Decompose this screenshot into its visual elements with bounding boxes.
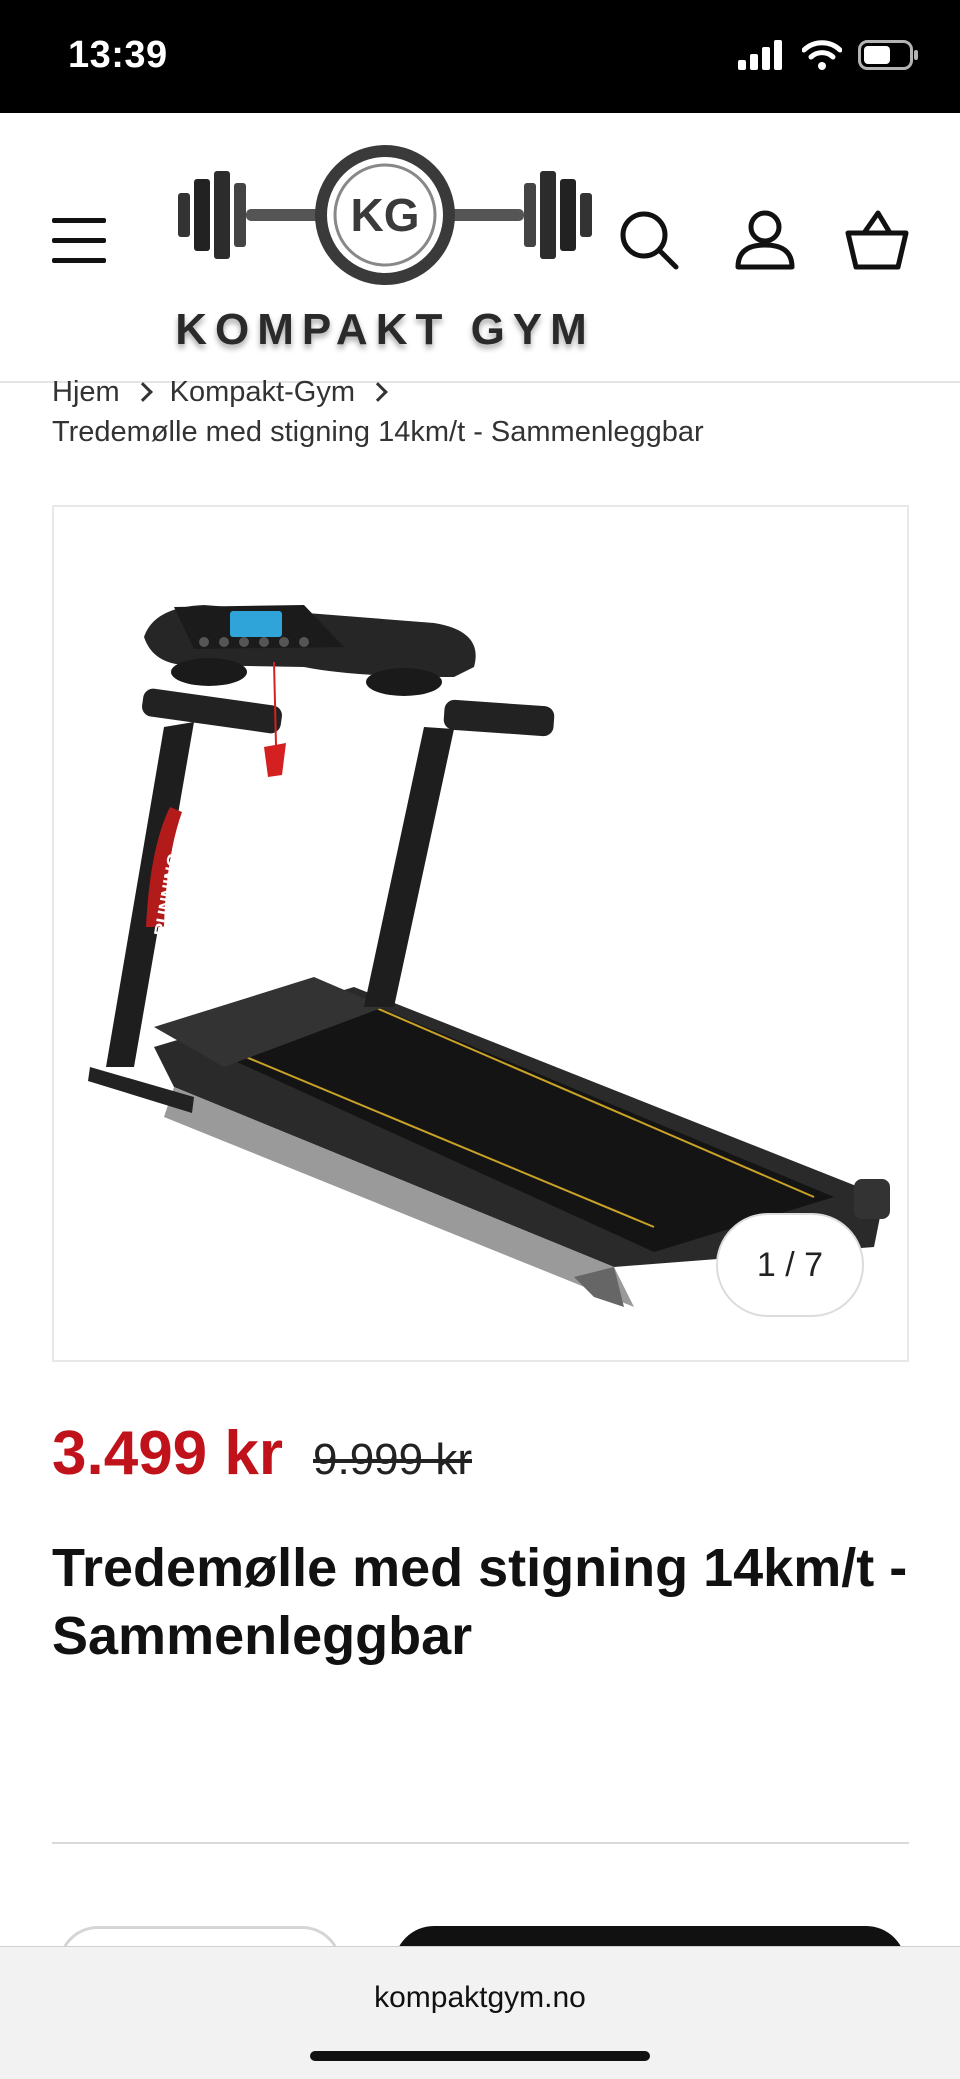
divider [52,1842,909,1844]
status-icons [738,40,920,70]
account-icon[interactable] [732,207,798,273]
breadcrumb: Hjem Kompakt-Gym Tredemølle med stigning… [52,372,922,452]
menu-icon-bar [52,218,106,223]
breadcrumb-collection-link[interactable]: Kompakt-Gym [170,372,355,412]
breadcrumb-home-link[interactable]: Hjem [52,372,120,412]
chevron-right-icon [132,382,153,402]
battery-icon [858,40,918,70]
dumbbell-logo-icon: KG [178,145,592,285]
home-indicator [310,2051,650,2061]
product-title: Tredemølle med stigning 14km/t - Sammenl… [52,1538,908,1666]
search-icon[interactable] [616,207,682,273]
browser-address-bar: kompaktgym.no [0,1946,960,2079]
menu-icon-bar [52,238,106,243]
status-time: 13:39 [68,34,168,76]
sale-price: 3.499 kr [52,1419,283,1488]
menu-icon-bar [52,258,106,263]
cart-icon[interactable] [844,207,910,273]
site-header: KG KOMPAKT GYM [0,113,960,383]
logo-text: KOMPAKT GYM [175,305,595,354]
price-row: 3.499 kr 9.999 kr [52,1418,472,1489]
wifi-icon [802,40,842,70]
signal-icon [738,40,782,70]
url-text[interactable]: kompaktgym.no [0,1981,960,2015]
status-bar: 13:39 [0,0,960,113]
menu-button[interactable] [52,218,108,266]
gallery-counter: 1 / 7 [716,1213,864,1317]
breadcrumb-current: Tredemølle med stigning 14km/t - Sammenl… [52,416,704,448]
product-gallery[interactable]: RUNNING 1 / 7 [52,505,909,1362]
regular-price: 9.999 kr [313,1435,472,1484]
logo-monogram: KG [351,189,420,241]
chevron-right-icon [368,382,388,402]
store-logo[interactable]: KG KOMPAKT GYM [170,135,600,370]
